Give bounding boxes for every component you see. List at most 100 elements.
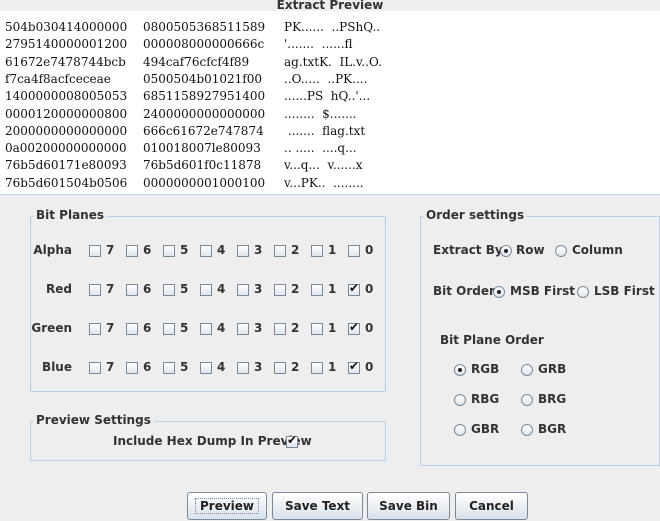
bit-plane-bit-label: 0 (365, 282, 374, 296)
bit-order-lsb-radio[interactable] (577, 286, 589, 298)
plane-order-bgr-radio[interactable] (521, 424, 533, 436)
bit-plane-checkbox[interactable]: ✔ (348, 359, 360, 374)
hex-line-bytes: 2000000000000000 (5, 123, 128, 138)
plane-order-gbr-label[interactable]: GBR (471, 422, 499, 436)
bit-plane-checkbox[interactable] (311, 323, 323, 335)
hex-line-ascii: v...PK.. ........ (284, 175, 364, 190)
plane-order-gbr-radio[interactable] (454, 424, 466, 436)
bit-plane-checkbox[interactable] (163, 284, 175, 296)
bit-plane-checkbox[interactable] (237, 323, 249, 335)
include-hex-dump-label: Include Hex Dump In Preview (113, 434, 312, 448)
preview-settings-title: Preview Settings (33, 413, 154, 427)
bit-plane-checkbox[interactable] (311, 245, 323, 257)
bit-plane-checkbox[interactable] (200, 362, 212, 374)
extract-by-column-label[interactable]: Column (572, 243, 623, 257)
check-icon: ✔ (287, 433, 298, 447)
window-title: Extract Preview (276, 0, 384, 10)
bit-plane-bit-label: 5 (180, 282, 189, 296)
bit-plane-bit-label: 0 (365, 243, 374, 257)
bit-plane-checkbox[interactable] (89, 362, 101, 374)
bit-plane-row-label: Alpha (33, 243, 72, 257)
bit-plane-bit-label: 2 (291, 282, 300, 296)
check-icon: ✔ (349, 320, 360, 334)
plane-order-brg-radio[interactable] (521, 394, 533, 406)
bit-plane-checkbox[interactable] (237, 245, 249, 257)
bit-plane-checkbox[interactable] (311, 362, 323, 374)
bit-plane-checkbox[interactable]: ✔ (348, 281, 360, 296)
hex-line-bytes: 494caf76cfcf4f89 (143, 54, 250, 69)
bit-plane-checkbox[interactable] (89, 245, 101, 257)
bit-plane-order-label: Bit Plane Order (440, 333, 544, 347)
bit-order-lsb-label[interactable]: LSB First (594, 284, 655, 298)
bit-plane-checkbox[interactable] (89, 284, 101, 296)
save-text-button[interactable]: Save Text (272, 492, 363, 520)
bit-plane-checkbox[interactable] (89, 323, 101, 335)
plane-order-grb-label[interactable]: GRB (538, 362, 566, 376)
extract-by-column-radio[interactable] (555, 245, 567, 257)
bit-plane-checkbox[interactable] (274, 245, 286, 257)
bit-plane-bit-label: 7 (106, 282, 115, 296)
bit-plane-checkbox[interactable] (237, 362, 249, 374)
bit-plane-bit-label: 3 (254, 321, 263, 335)
preview-button-label: Preview (194, 498, 259, 514)
save-bin-button-label: Save Bin (379, 499, 438, 513)
bit-plane-checkbox[interactable] (237, 284, 249, 296)
bit-plane-checkbox[interactable] (274, 362, 286, 374)
plane-order-bgr-label[interactable]: BGR (538, 422, 566, 436)
plane-order-rgb-radio[interactable] (454, 364, 466, 376)
plane-order-rbg-label[interactable]: RBG (471, 392, 499, 406)
plane-order-grb-radio[interactable] (521, 364, 533, 376)
cancel-button[interactable]: Cancel (455, 492, 528, 520)
bit-plane-checkbox[interactable] (274, 323, 286, 335)
bit-plane-bit-label: 1 (328, 243, 337, 257)
bit-plane-bit-label: 2 (291, 360, 300, 374)
bit-plane-checkbox[interactable] (311, 284, 323, 296)
bit-order-msb-radio[interactable] (493, 286, 505, 298)
extract-by-label: Extract By (433, 243, 503, 257)
hex-line-ascii: .. ..... ....q... (284, 141, 357, 156)
hex-line: 504b030414000000 0800505368511589 PK......… (5, 19, 655, 36)
bit-plane-checkbox[interactable] (126, 284, 138, 296)
save-bin-button[interactable]: Save Bin (367, 492, 450, 520)
plane-order-brg-label[interactable]: BRG (538, 392, 566, 406)
check-icon: ✔ (349, 281, 360, 295)
hex-line-bytes: 0500504b01021f00 (143, 71, 263, 86)
plane-order-rgb-label[interactable]: RGB (471, 362, 499, 376)
bit-order-msb-label[interactable]: MSB First (510, 284, 575, 298)
bit-plane-checkbox[interactable] (200, 245, 212, 257)
plane-order-rbg-radio[interactable] (454, 394, 466, 406)
bit-plane-row-label: Blue (42, 360, 72, 374)
hex-line: f7ca4f8acfceceae 0500504b01021f00 ..O.....… (5, 71, 655, 88)
bit-plane-checkbox[interactable] (126, 362, 138, 374)
bit-order-label: Bit Order (433, 284, 495, 298)
bit-plane-checkbox[interactable]: ✔ (348, 320, 360, 335)
bit-plane-checkbox[interactable] (200, 323, 212, 335)
extract-by-row-label[interactable]: Row (516, 243, 545, 257)
bit-plane-checkbox[interactable] (348, 245, 360, 257)
bit-plane-bit-label: 7 (106, 321, 115, 335)
bit-plane-checkbox[interactable] (126, 323, 138, 335)
bit-plane-bit-label: 2 (291, 243, 300, 257)
bit-planes-title: Bit Planes (33, 208, 108, 222)
bit-plane-checkbox[interactable] (126, 245, 138, 257)
bit-plane-bit-label: 5 (180, 243, 189, 257)
bit-plane-checkbox[interactable] (163, 362, 175, 374)
bit-plane-bit-label: 6 (143, 321, 152, 335)
preview-button[interactable]: Preview (187, 492, 267, 520)
hex-line-bytes: f7ca4f8acfceceae (5, 71, 111, 86)
bit-plane-bit-label: 6 (143, 282, 152, 296)
include-hex-dump-checkbox[interactable]: ✔ (286, 433, 298, 448)
hex-line-bytes: 1400000008005053 (5, 89, 128, 104)
hex-line-ascii: ag.txtK. IL.v..O. (284, 54, 382, 69)
hex-line: 0a00200000000000 010018007le80093 .. .....… (5, 140, 655, 157)
bit-plane-checkbox[interactable] (163, 323, 175, 335)
extract-preview-area[interactable]: 504b030414000000 0800505368511589 PK......… (0, 11, 660, 195)
bit-plane-checkbox[interactable] (163, 245, 175, 257)
bit-plane-bit-label: 4 (217, 282, 226, 296)
extract-by-row-radio[interactable] (500, 245, 512, 257)
hex-line-bytes: 0000000001000100 (143, 175, 266, 190)
bit-plane-checkbox[interactable] (200, 284, 212, 296)
bit-plane-checkbox[interactable] (274, 284, 286, 296)
hex-line-ascii: '....... ......fl (284, 37, 353, 52)
hex-line-bytes: 6851158927951400 (143, 89, 266, 104)
